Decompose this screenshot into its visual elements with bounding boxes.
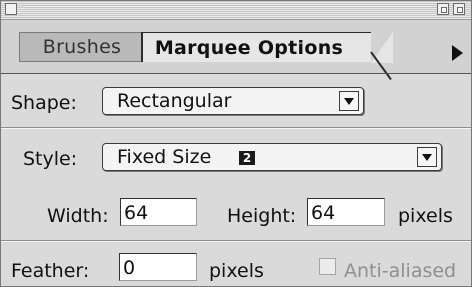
tab-divider [1,73,471,74]
tab-brushes-label: Brushes [42,36,122,58]
height-field[interactable] [307,198,385,226]
size-unit-label: pixels [398,205,453,227]
collapse-box-icon[interactable] [453,3,465,15]
popup-arrow-icon [339,91,359,111]
feather-field[interactable] [119,253,197,281]
separator [1,127,471,129]
tab-strip: Brushes Marquee Options [1,20,471,81]
marquee-options-palette: Brushes Marquee Options Shape: Rectangul… [0,0,472,287]
tab-marquee-options-label: Marquee Options [154,36,344,59]
style-label: Style: [23,148,78,170]
height-label: Height: [227,205,297,227]
separator [1,240,471,242]
feather-label: Feather: [11,260,90,282]
popup-arrow-icon [417,147,437,167]
shape-popup[interactable]: Rectangular [102,87,364,115]
shape-label: Shape: [11,92,77,114]
shape-popup-value: Rectangular [117,90,232,112]
panel-menu-arrow-icon[interactable] [452,45,463,61]
tab-marquee-options[interactable]: Marquee Options [141,32,393,63]
width-field[interactable] [120,198,197,226]
anti-aliased-checkbox[interactable] [319,258,336,275]
width-label: Width: [47,205,109,227]
anti-aliased-label: Anti-aliased [344,260,457,282]
zoom-box-icon[interactable] [437,3,449,15]
palette-title-bar[interactable] [1,1,471,20]
close-box-icon[interactable] [5,3,17,15]
tab-brushes[interactable]: Brushes [19,32,145,62]
feather-unit-label: pixels [209,260,264,282]
style-popup[interactable]: Fixed Size 2 [102,143,442,171]
style-popup-value: Fixed Size [117,146,212,168]
style-shortcut-badge: 2 [239,151,255,165]
